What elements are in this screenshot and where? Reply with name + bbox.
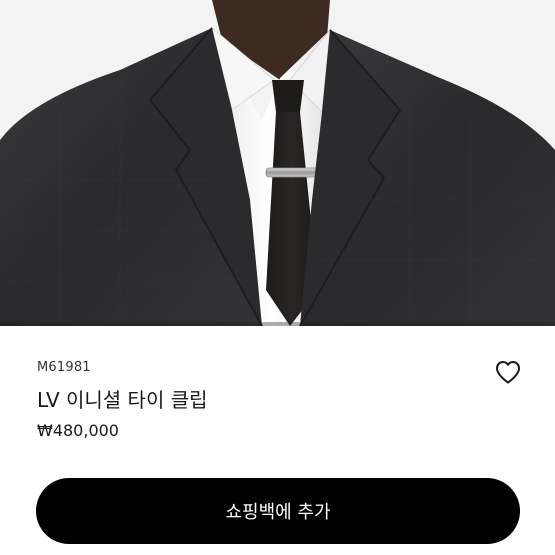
product-sku: M61981 bbox=[37, 360, 91, 375]
product-info-panel: M61981 LV 이니셜 타이 클립 ₩480,000 쇼핑백에 추가 bbox=[0, 326, 555, 555]
product-detail-screen: M61981 LV 이니셜 타이 클립 ₩480,000 쇼핑백에 추가 bbox=[0, 0, 555, 555]
product-photo bbox=[0, 0, 555, 326]
product-name: LV 이니셜 타이 클립 bbox=[37, 388, 208, 412]
heart-outline-icon bbox=[496, 361, 520, 384]
wishlist-button[interactable] bbox=[494, 359, 522, 385]
add-to-cart-label: 쇼핑백에 추가 bbox=[225, 502, 331, 523]
add-to-cart-button[interactable]: 쇼핑백에 추가 bbox=[36, 478, 520, 544]
product-price: ₩480,000 bbox=[37, 421, 119, 440]
